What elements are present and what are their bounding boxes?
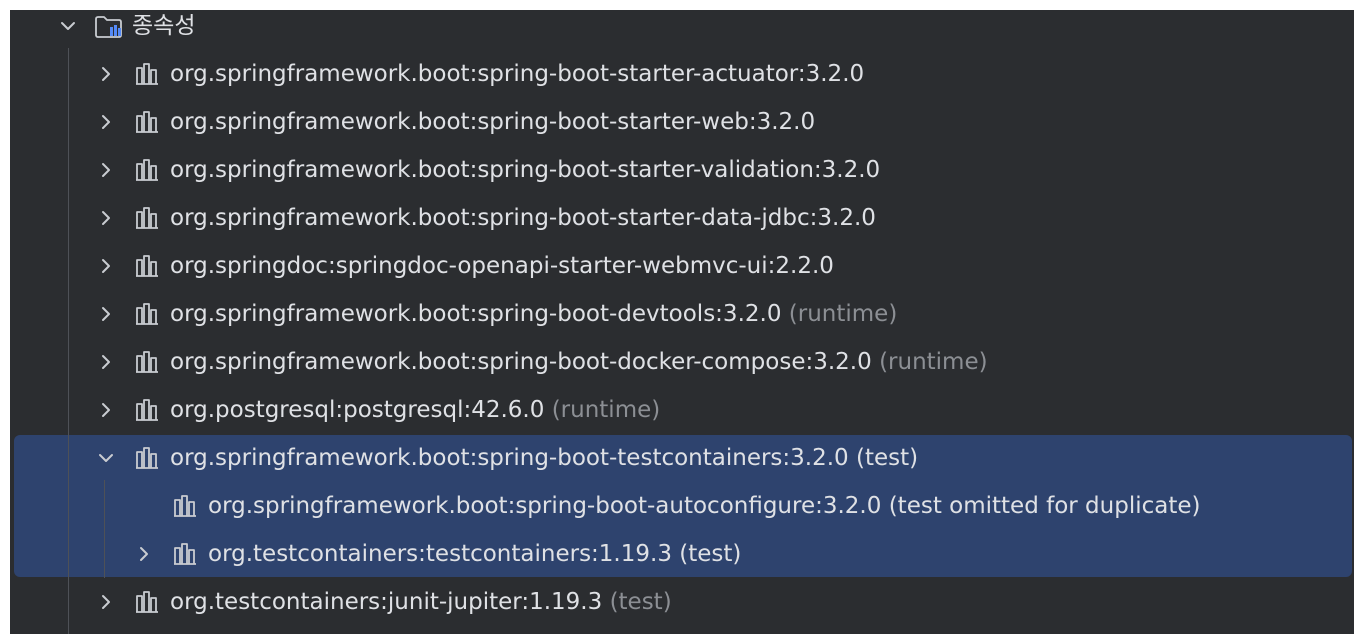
library-icon (172, 542, 198, 566)
dependency-coordinate: org.springframework.boot:spring-boot-sta… (170, 205, 876, 231)
library-icon (134, 110, 160, 134)
dependency-node[interactable]: org.springframework.boot:spring-boot-sta… (10, 50, 1354, 98)
dependency-coordinate: org.springframework.boot:spring-boot-sta… (170, 61, 865, 87)
dependency-coordinate: org.springframework.boot:spring-boot-sta… (170, 157, 881, 183)
dependency-coordinate: org.springframework.boot:spring-boot-dev… (170, 301, 782, 327)
library-icon (172, 494, 198, 518)
dependency-node-selected[interactable]: org.springframework.boot:spring-boot-tes… (10, 434, 1354, 482)
dependency-scope: (test) (679, 541, 742, 567)
chevron-right-icon[interactable] (94, 158, 118, 182)
dependency-scope: (runtime) (788, 301, 898, 327)
chevron-down-icon[interactable] (94, 446, 118, 470)
dependency-node[interactable]: org.testcontainers:junit-jupiter:1.19.3 … (10, 578, 1354, 626)
chevron-right-icon[interactable] (94, 62, 118, 86)
dependency-child-node[interactable]: org.testcontainers:testcontainers:1.19.3… (10, 530, 1354, 578)
dependency-scope: (runtime) (879, 349, 988, 375)
dependency-coordinate: org.springdoc:springdoc-openapi-starter-… (170, 253, 834, 279)
dependency-node[interactable]: org.springframework.boot:spring-boot-sta… (10, 98, 1354, 146)
dependency-node[interactable]: org.springframework.boot:spring-boot-doc… (10, 338, 1354, 386)
dependency-coordinate: org.postgresql:postgresql:42.6.0 (170, 397, 545, 423)
dependency-node[interactable]: org.springdoc:springdoc-openapi-starter-… (10, 242, 1354, 290)
chevron-right-icon[interactable] (94, 590, 118, 614)
dependency-child-node[interactable]: org.springframework.boot:spring-boot-aut… (10, 482, 1354, 530)
dependency-coordinate: org.testcontainers:junit-jupiter:1.19.3 (170, 589, 603, 615)
dependency-node[interactable]: org.postgresql:postgresql:42.6.0 (runtim… (10, 386, 1354, 434)
dependencies-tool-window: 종속성 org.springframework.boot:spring-boot… (10, 10, 1354, 634)
chevron-down-icon[interactable] (56, 14, 80, 38)
library-icon (134, 206, 160, 230)
tree-root-dependencies[interactable]: 종속성 (10, 10, 1354, 50)
dependency-coordinate: org.springframework.boot:spring-boot-tes… (170, 445, 849, 471)
library-icon (134, 254, 160, 278)
chevron-right-icon[interactable] (94, 350, 118, 374)
library-icon (134, 350, 160, 374)
dependency-scope: (test omitted for duplicate) (888, 493, 1201, 519)
library-icon (134, 158, 160, 182)
chevron-right-icon[interactable] (94, 302, 118, 326)
dependency-coordinate: org.testcontainers:testcontainers:1.19.3 (208, 541, 672, 567)
library-icon (134, 302, 160, 326)
chevron-right-icon[interactable] (94, 206, 118, 230)
chevron-right-icon[interactable] (132, 542, 156, 566)
library-icon (134, 62, 160, 86)
dependency-node[interactable]: org.springframework.boot:spring-boot-sta… (10, 194, 1354, 242)
dependency-coordinate: org.springframework.boot:spring-boot-doc… (170, 349, 872, 375)
library-icon (134, 398, 160, 422)
dependency-scope: (test) (856, 445, 919, 471)
dependency-node[interactable]: org.springframework.boot:spring-boot-dev… (10, 290, 1354, 338)
dependency-coordinate: org.springframework.boot:spring-boot-aut… (208, 493, 882, 519)
dependency-scope: (test) (609, 589, 672, 615)
tree-root-label: 종속성 (132, 13, 196, 39)
library-icon (134, 446, 160, 470)
chevron-right-icon[interactable] (94, 254, 118, 278)
dependency-coordinate: org.springframework.boot:spring-boot-sta… (170, 109, 816, 135)
dependency-node[interactable]: org.springframework.boot:spring-boot-sta… (10, 146, 1354, 194)
dependency-scope: (runtime) (551, 397, 661, 423)
library-icon (134, 590, 160, 614)
chevron-right-icon[interactable] (94, 398, 118, 422)
chevron-right-icon[interactable] (94, 110, 118, 134)
folder-library-icon (94, 14, 124, 38)
